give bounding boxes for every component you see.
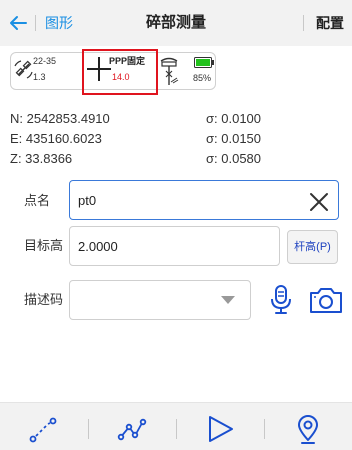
- location-pin-icon: [298, 415, 318, 444]
- bottom-toolbar: [0, 402, 352, 450]
- camera-icon[interactable]: [309, 286, 343, 314]
- sigma-n-value: σ: 0.0100: [206, 111, 262, 126]
- chevron-down-icon[interactable]: [221, 296, 235, 304]
- target-height-label: 目标高: [24, 238, 64, 253]
- close-icon[interactable]: [309, 192, 329, 212]
- location-button[interactable]: [264, 403, 352, 450]
- precision-value: 1.3: [33, 72, 46, 82]
- point-stakeout-icon: [29, 417, 57, 443]
- graph-link[interactable]: 图形: [45, 14, 73, 32]
- rod-height-button[interactable]: 杆高(P): [287, 230, 338, 264]
- easting-value: E: 435160.6023: [10, 131, 102, 146]
- northing-value: N: 2542853.4910: [10, 111, 110, 126]
- point-name-input[interactable]: pt0: [69, 180, 339, 220]
- battery-icon: [194, 57, 214, 68]
- point-stakeout-button[interactable]: [0, 403, 88, 450]
- target-height-input[interactable]: 2.0000: [69, 226, 280, 266]
- sigma-z-value: σ: 0.0580: [206, 151, 262, 166]
- play-icon: [209, 416, 233, 442]
- point-name-value: pt0: [78, 193, 97, 208]
- config-button[interactable]: 配置: [316, 14, 344, 32]
- play-button[interactable]: [176, 403, 264, 450]
- fix-status-label: PPP固定: [109, 56, 146, 66]
- satellite-icon: [14, 60, 33, 79]
- line-stakeout-icon: [117, 418, 147, 441]
- description-label: 描述码: [24, 292, 64, 307]
- point-name-label: 点名: [24, 193, 51, 208]
- diff-age-value: 14.0: [112, 72, 130, 82]
- microphone-icon[interactable]: [270, 284, 292, 316]
- rover-antenna-icon: [160, 57, 179, 85]
- elevation-value: Z: 33.8366: [10, 151, 73, 166]
- divider: [303, 15, 304, 31]
- page-title: 碎部测量: [145, 14, 206, 31]
- arrow-left-icon[interactable]: [8, 13, 28, 33]
- divider: [35, 15, 36, 31]
- target-height-value: 2.0000: [78, 239, 118, 254]
- sigma-e-value: σ: 0.0150: [206, 131, 262, 146]
- line-stakeout-button[interactable]: [88, 403, 176, 450]
- battery-percent: 85%: [193, 73, 212, 83]
- satellite-count: 22-35: [33, 56, 57, 66]
- top-bar: 图形 碎部测量 配置: [0, 0, 352, 46]
